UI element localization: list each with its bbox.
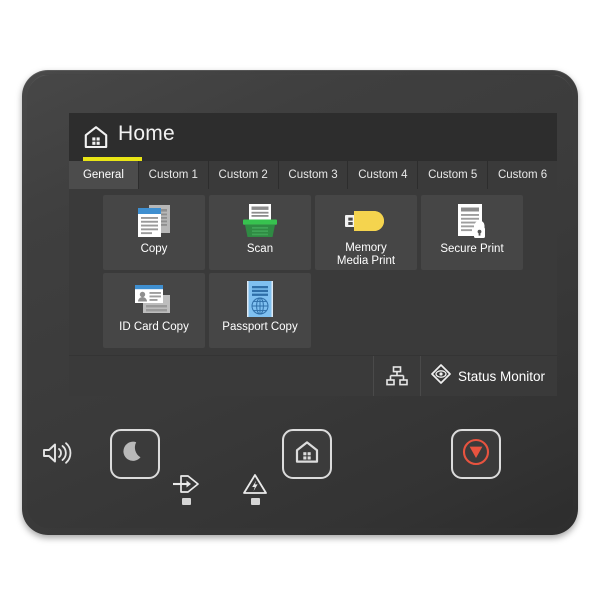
passport-icon: [241, 277, 279, 320]
network-icon[interactable]: [372, 356, 420, 396]
status-monitor-label: Status Monitor: [457, 368, 545, 384]
house-icon: [294, 439, 320, 470]
error-led: [250, 498, 260, 505]
copy-documents-icon: [132, 199, 176, 242]
id-cards-icon: [130, 277, 178, 320]
error-indicator: [238, 473, 272, 505]
data-led: [181, 498, 191, 505]
tab-custom-6[interactable]: Custom 6: [488, 161, 557, 189]
tile-label-copy: Copy: [140, 243, 168, 255]
tile-copy[interactable]: Copy: [103, 195, 205, 270]
function-tile-grid: Copy Scan Memory Media Print Secure Prin…: [101, 194, 525, 350]
screen-title-bar: Home: [69, 113, 557, 161]
tile-empty-1: [315, 273, 417, 348]
function-tile-area: Copy Scan Memory Media Print Secure Prin…: [69, 189, 557, 356]
tile-secure-print[interactable]: Secure Print: [421, 195, 523, 270]
speaker-volume-icon: [41, 441, 73, 465]
status-bar: Status Monitor: [69, 355, 557, 396]
lcd-touchscreen[interactable]: Home General Custom 1 Custom 2 Custom 3 …: [69, 113, 557, 396]
document-lock-icon: [452, 199, 492, 242]
error-triangle-icon: [238, 473, 272, 495]
tab-custom-1[interactable]: Custom 1: [138, 161, 209, 189]
scanner-icon: [238, 199, 282, 242]
tab-custom-4[interactable]: Custom 4: [348, 161, 419, 189]
tile-label-id-card-copy: ID Card Copy: [119, 321, 189, 333]
data-arrow-icon: [169, 473, 203, 495]
tab-general[interactable]: General: [69, 161, 139, 189]
stop-button[interactable]: [451, 429, 501, 479]
tile-id-card-copy[interactable]: ID Card Copy: [103, 273, 205, 348]
tile-memory-media-print[interactable]: Memory Media Print: [315, 195, 417, 270]
hardware-button-area: [27, 405, 573, 531]
tab-custom-5[interactable]: Custom 5: [418, 161, 489, 189]
tab-custom-2[interactable]: Custom 2: [208, 161, 279, 189]
tile-label-text: Memory Media Print: [336, 242, 396, 267]
tile-empty-2: [421, 273, 523, 348]
home-icon: [83, 124, 109, 150]
printer-control-panel-body: Home General Custom 1 Custom 2 Custom 3 …: [22, 70, 578, 535]
stop-icon: [462, 438, 490, 471]
status-monitor-eye-icon: [431, 363, 451, 389]
usb-drive-icon: [342, 199, 390, 242]
tile-label-passport-copy: Passport Copy: [222, 321, 298, 333]
data-indicator: [169, 473, 203, 505]
page-title: Home: [118, 122, 175, 145]
home-button[interactable]: [282, 429, 332, 479]
sleep-button[interactable]: [110, 429, 160, 479]
tile-label-secure-print: Secure Print: [440, 243, 504, 255]
status-monitor-button[interactable]: Status Monitor: [419, 356, 557, 396]
tile-passport-copy[interactable]: Passport Copy: [209, 273, 311, 348]
tile-label-scan: Scan: [246, 243, 274, 255]
tile-scan[interactable]: Scan: [209, 195, 311, 270]
tab-custom-3[interactable]: Custom 3: [278, 161, 349, 189]
panel-inner-surface: Home General Custom 1 Custom 2 Custom 3 …: [27, 74, 573, 528]
tile-label-memory-media-print: Memory Media Print: [335, 242, 397, 267]
moon-icon: [122, 439, 148, 470]
tab-bar[interactable]: General Custom 1 Custom 2 Custom 3 Custo…: [69, 161, 557, 189]
